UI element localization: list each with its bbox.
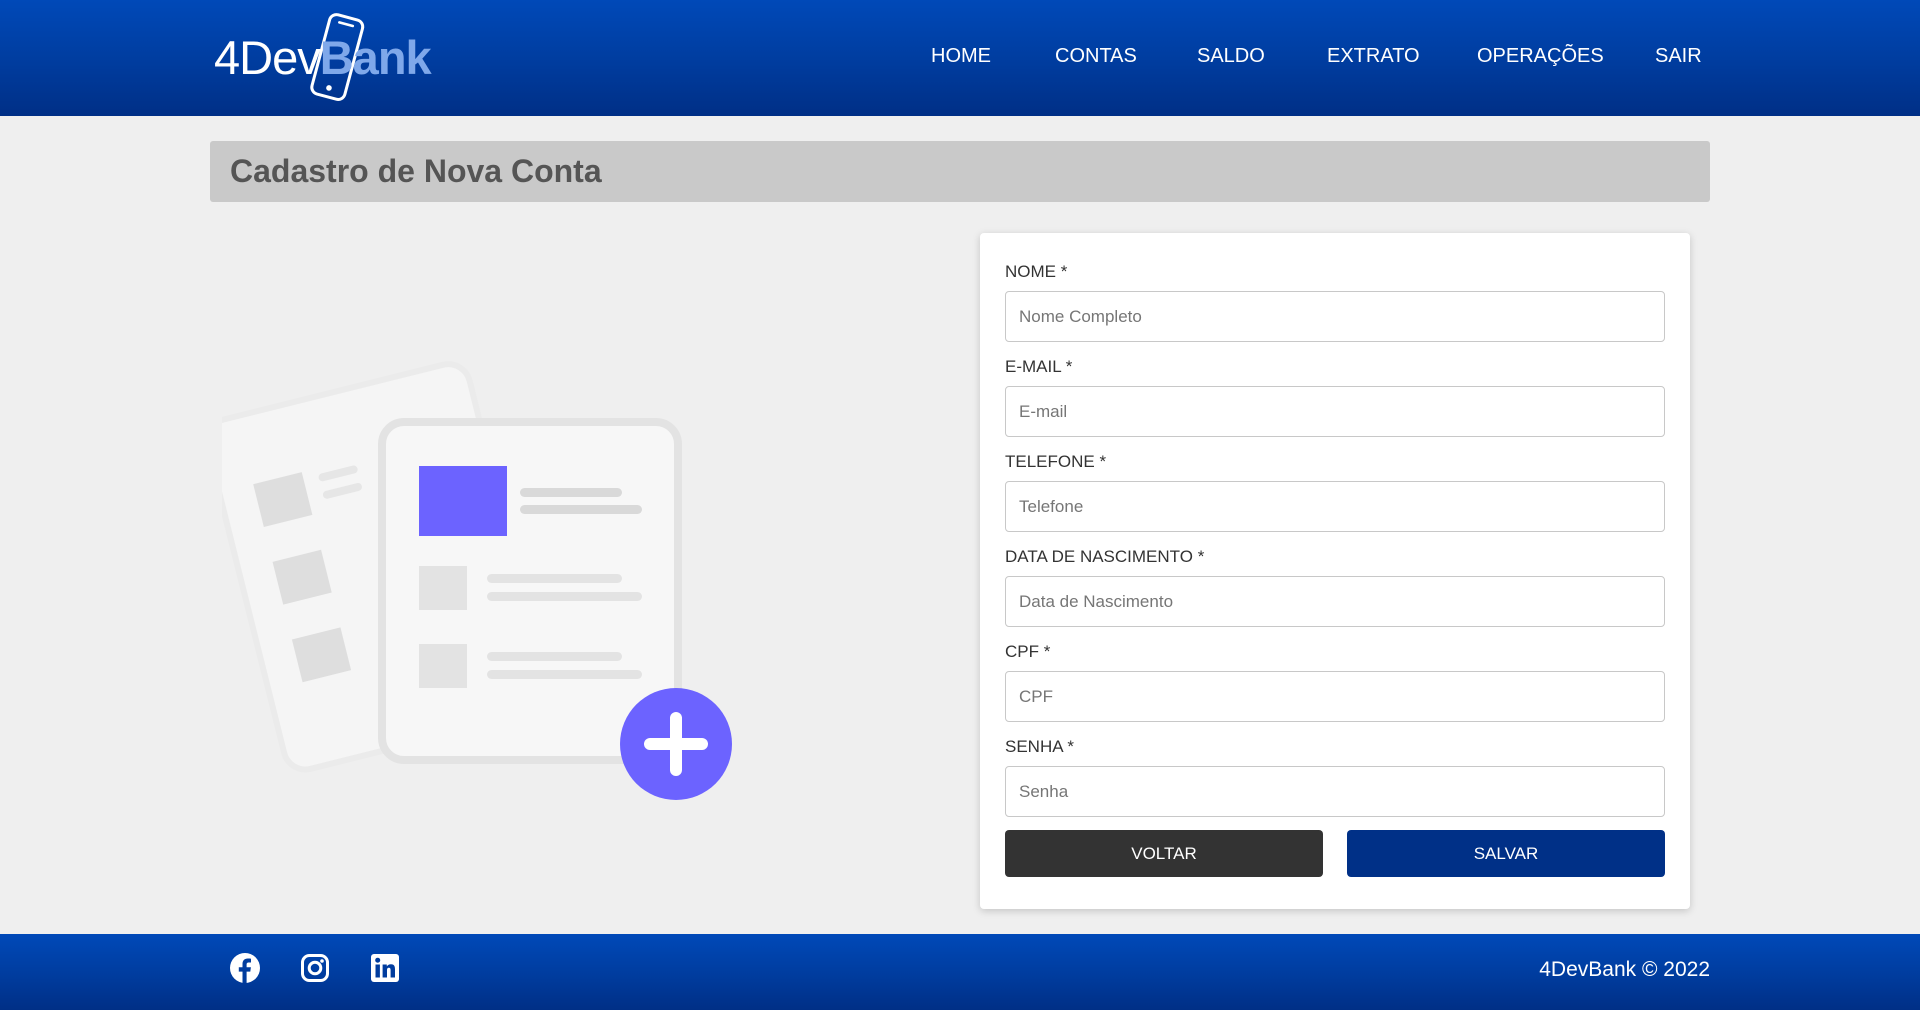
linkedin-icon[interactable]	[370, 953, 400, 983]
telefone-input[interactable]	[1005, 481, 1665, 532]
form-field-senha: SENHA *	[1005, 737, 1665, 817]
nav-item-contas[interactable]: CONTAS	[1055, 45, 1137, 68]
nav-item-saldo[interactable]: SALDO	[1197, 45, 1265, 68]
cpf-input[interactable]	[1005, 671, 1665, 722]
form-field-email: E-MAIL *	[1005, 357, 1665, 437]
senha-input[interactable]	[1005, 766, 1665, 817]
logo-text-4dev: 4Dev	[214, 31, 321, 84]
data-nascimento-input[interactable]	[1005, 576, 1665, 627]
form-field-data-nascimento: DATA DE NASCIMENTO *	[1005, 547, 1665, 627]
form-field-telefone: TELEFONE *	[1005, 452, 1665, 532]
form-field-nome: NOME *	[1005, 262, 1665, 342]
top-navbar: 4DevBank HOME CONTAS SALDO EXTRATO OPERA…	[0, 0, 1920, 116]
email-input[interactable]	[1005, 386, 1665, 437]
nome-label: NOME *	[1005, 262, 1068, 281]
facebook-icon[interactable]	[230, 953, 260, 983]
data-nascimento-label: DATA DE NASCIMENTO *	[1005, 547, 1205, 566]
copyright-text: 4DevBank © 2022	[1539, 958, 1710, 981]
nav-item-home[interactable]: HOME	[931, 45, 991, 68]
cpf-label: CPF *	[1005, 642, 1051, 661]
salvar-button[interactable]: SALVAR	[1347, 830, 1665, 877]
nav-item-operacoes[interactable]: OPERAÇÕES	[1477, 45, 1604, 68]
new-account-illustration	[222, 361, 732, 800]
page-title-bar: Cadastro de Nova Conta	[210, 141, 1710, 202]
nome-input[interactable]	[1005, 291, 1665, 342]
form-field-cpf: CPF *	[1005, 642, 1665, 722]
brand-logo[interactable]: 4DevBank	[212, 12, 452, 106]
page-footer: 4DevBank © 2022	[0, 934, 1920, 1010]
plus-circle-icon	[620, 688, 732, 800]
logo-text-bank: Bank	[319, 31, 432, 84]
form-actions: VOLTAR SALVAR	[1005, 830, 1665, 877]
voltar-button[interactable]: VOLTAR	[1005, 830, 1323, 877]
new-account-form: NOME * E-MAIL * TELEFONE * DATA DE NASCI…	[980, 233, 1690, 909]
telefone-label: TELEFONE *	[1005, 452, 1107, 471]
instagram-icon[interactable]	[300, 953, 330, 983]
senha-label: SENHA *	[1005, 737, 1074, 756]
nav-item-extrato[interactable]: EXTRATO	[1327, 45, 1420, 68]
nav-item-sair[interactable]: SAIR	[1655, 45, 1702, 68]
email-label: E-MAIL *	[1005, 357, 1073, 376]
page-title: Cadastro de Nova Conta	[230, 153, 602, 189]
